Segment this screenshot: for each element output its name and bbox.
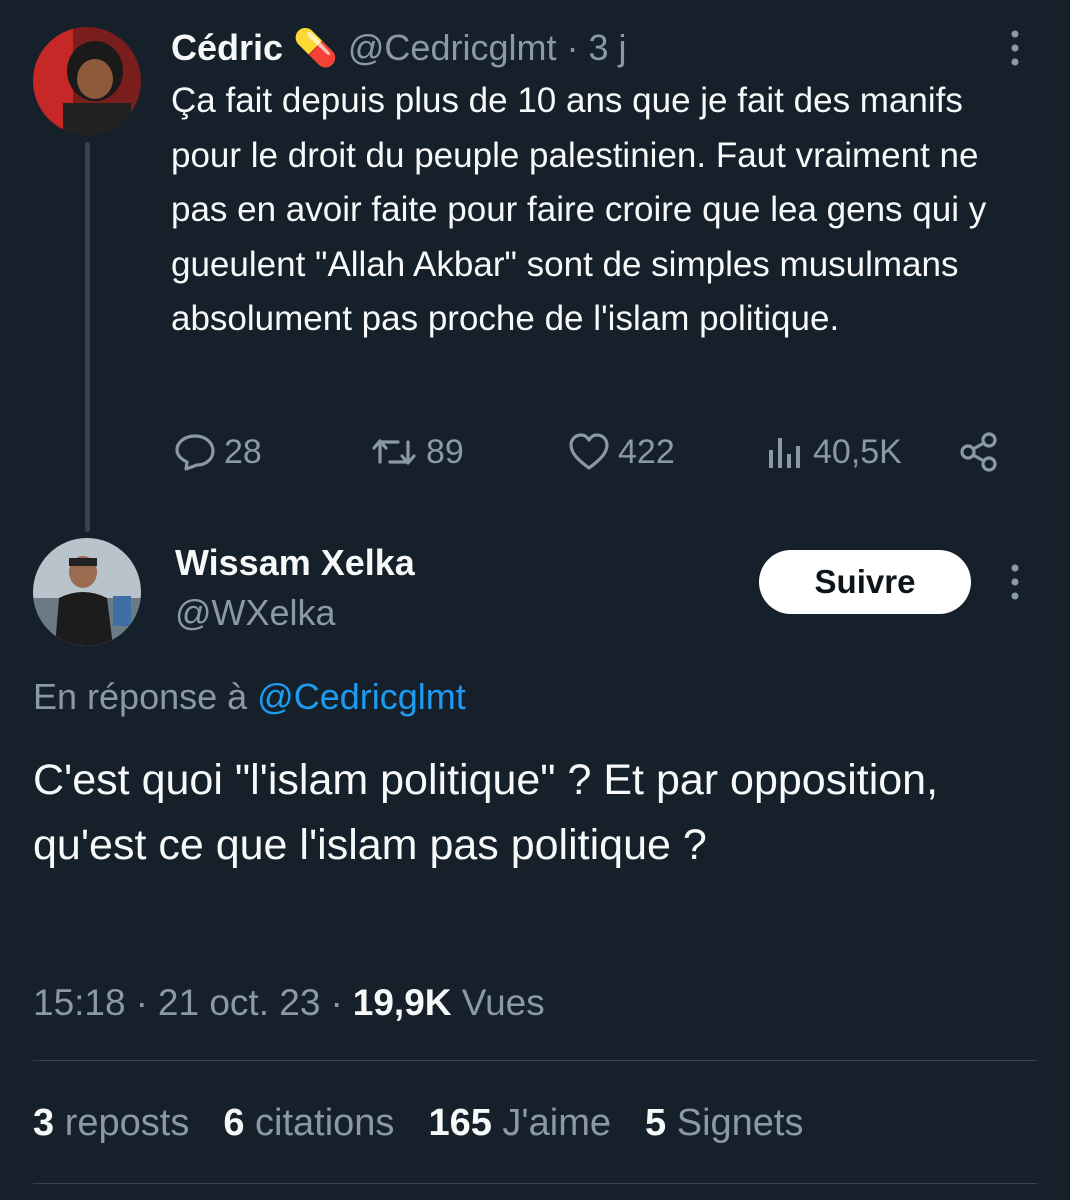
follow-button[interactable]: Suivre [759, 550, 971, 614]
main-author-handle[interactable]: @WXelka [175, 592, 336, 634]
reply-action[interactable]: 28 [174, 428, 262, 476]
main-author-name[interactable]: Wissam Xelka [175, 542, 415, 584]
thread-line [85, 142, 90, 532]
reply-icon [174, 432, 216, 472]
author-handle[interactable]: @Cedricglmt [348, 27, 557, 69]
likes-count: 165 [428, 1102, 492, 1144]
reply-count: 28 [224, 432, 262, 471]
more-options-icon[interactable] [1000, 562, 1030, 607]
reply-to-line: En réponse à @Cedricglmt [33, 676, 466, 718]
divider [33, 1183, 1037, 1184]
tweet-time[interactable]: 15:18 [33, 982, 126, 1024]
views-action[interactable]: 40,5K [765, 428, 902, 476]
likes-stat[interactable]: 165 J'aime [428, 1102, 611, 1145]
separator: · [330, 982, 343, 1023]
parent-header: Cédric 💊 @Cedricglmt · 3 j [171, 24, 626, 72]
quotes-count: 6 [223, 1102, 245, 1144]
repost-count: 89 [426, 432, 464, 471]
reply-to-prefix: En réponse à [33, 676, 248, 717]
repost-icon [370, 432, 418, 472]
avatar-image [33, 27, 141, 135]
separator: · [135, 982, 148, 1023]
quotes-stat[interactable]: 6 citations [223, 1102, 394, 1145]
tweet-time[interactable]: · 3 j [566, 27, 626, 69]
reposts-count: 3 [33, 1102, 55, 1144]
views-label: Vues [461, 982, 545, 1023]
reposts-label: reposts [64, 1102, 190, 1144]
views-count: 40,5K [813, 432, 902, 471]
share-icon[interactable] [958, 431, 1000, 478]
parent-tweet-text: Ça fait depuis plus de 10 ans que je fai… [171, 81, 987, 338]
analytics-icon [765, 432, 805, 472]
engagement-stats: 3 reposts 6 citations 165 J'aime 5 Signe… [33, 1102, 803, 1145]
views-count: 19,9K [352, 982, 452, 1023]
views-info[interactable]: 19,9K Vues [353, 982, 545, 1024]
more-options-icon[interactable] [1000, 28, 1030, 73]
tweet-meta: 15:18 · 21 oct. 23 · 19,9K Vues [33, 982, 545, 1024]
reply-to-mention[interactable]: @Cedricglmt [257, 676, 466, 717]
pill-emoji: 💊 [293, 27, 338, 68]
likes-label: J'aime [502, 1102, 612, 1144]
like-count: 422 [618, 432, 675, 471]
divider [33, 1060, 1037, 1061]
avatar-image [33, 538, 141, 646]
like-action[interactable]: 422 [568, 428, 675, 476]
bookmarks-count: 5 [645, 1102, 667, 1144]
reposts-stat[interactable]: 3 reposts [33, 1102, 189, 1145]
tweet-date[interactable]: 21 oct. 23 [158, 982, 321, 1024]
avatar-wissam[interactable] [33, 538, 141, 646]
main-tweet-text: C'est quoi "l'islam politique" ? Et par … [33, 756, 939, 869]
heart-icon [568, 432, 610, 472]
quotes-label: citations [255, 1102, 395, 1144]
repost-action[interactable]: 89 [370, 428, 464, 476]
bookmarks-label: Signets [676, 1102, 804, 1144]
bookmarks-stat[interactable]: 5 Signets [645, 1102, 803, 1145]
author-name[interactable]: Cédric [171, 27, 283, 69]
avatar-cedric[interactable] [33, 27, 141, 135]
